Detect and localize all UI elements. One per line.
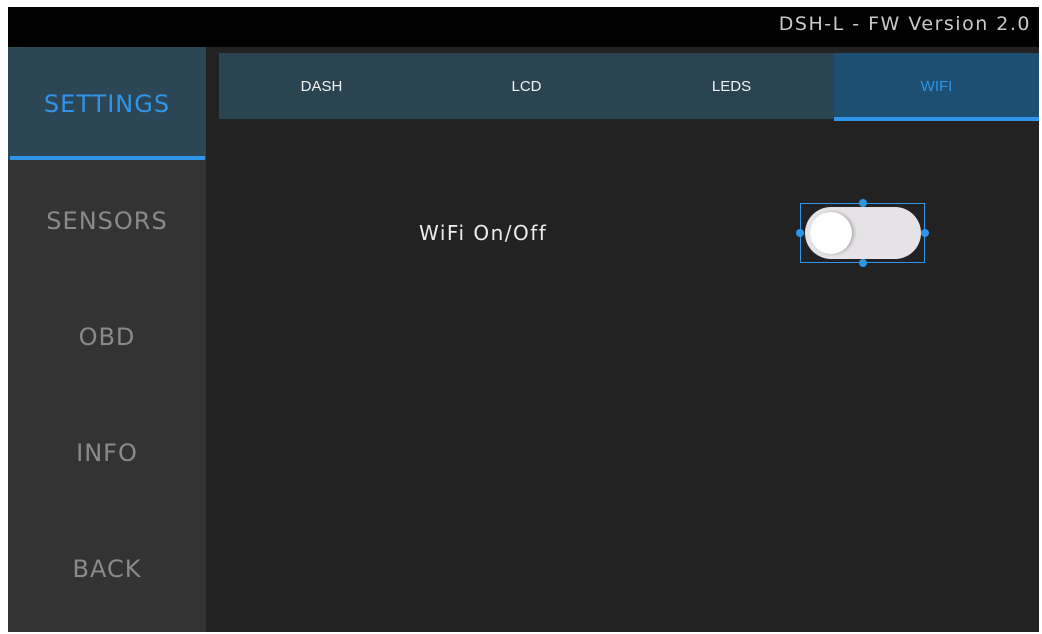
tab-lcd[interactable]: LCD [424, 53, 629, 119]
selection-handle-right[interactable] [921, 229, 929, 237]
wifi-toggle-label: WiFi On/Off [419, 221, 548, 245]
settings-tab-bar: DASH LCD LEDS WIFI [219, 53, 1039, 121]
tab-label: LEDS [711, 78, 752, 95]
tab-label: DASH [300, 78, 343, 95]
sidebar-item-back[interactable]: BACK [8, 511, 206, 627]
toggle-track [805, 207, 921, 259]
sidebar-item-label: INFO [76, 439, 138, 467]
sidebar-item-settings[interactable]: SETTINGS [8, 47, 206, 160]
title-bar: DSH-L - FW Version 2.0 [8, 7, 1039, 47]
sidebar-item-label: SENSORS [46, 207, 168, 235]
sidebar-item-label: SETTINGS [43, 89, 171, 118]
firmware-version-title: DSH-L - FW Version 2.0 [778, 13, 1031, 35]
selection-handle-top[interactable] [859, 199, 867, 207]
tab-label: WIFI [920, 78, 953, 95]
sidebar-item-label: OBD [78, 323, 136, 351]
sidebar: SETTINGS SENSORS OBD INFO BACK [8, 47, 206, 632]
selection-handle-bottom[interactable] [859, 259, 867, 267]
selection-handle-left[interactable] [796, 229, 804, 237]
sidebar-item-obd[interactable]: OBD [8, 279, 206, 395]
tab-leds[interactable]: LEDS [629, 53, 834, 119]
tab-dash[interactable]: DASH [219, 53, 424, 119]
tab-label: LCD [511, 78, 542, 95]
sidebar-item-sensors[interactable]: SENSORS [8, 163, 206, 279]
tab-wifi[interactable]: WIFI [834, 53, 1039, 121]
wifi-toggle-switch[interactable] [796, 199, 929, 267]
sidebar-item-label: BACK [72, 555, 142, 583]
dashboard-screen: DSH-L - FW Version 2.0 SETTINGS SENSORS … [8, 7, 1039, 632]
sidebar-item-info[interactable]: INFO [8, 395, 206, 511]
toggle-knob [810, 212, 852, 254]
